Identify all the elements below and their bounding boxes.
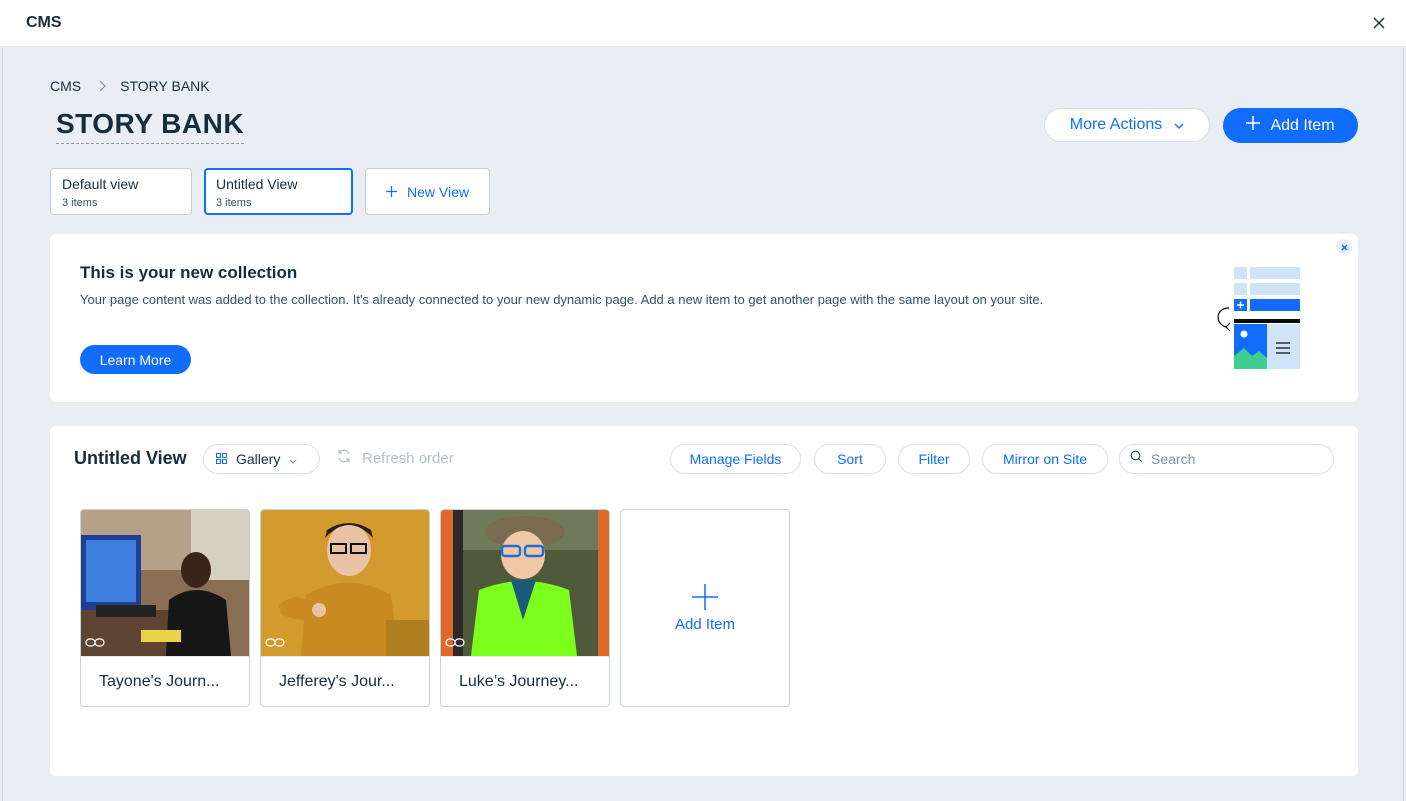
grid-icon (216, 451, 227, 467)
main-area: CMS STORY BANK STORY BANK More Actions A… (2, 48, 1404, 801)
breadcrumb-root[interactable]: CMS (50, 78, 81, 94)
item-title: Tayone's Journ... (81, 656, 249, 706)
view-tab-name: Untitled View (216, 176, 298, 192)
refresh-order-label: Refresh order (362, 449, 454, 467)
chevron-down-icon (289, 451, 297, 467)
view-tab-default[interactable]: Default view 3 items (50, 168, 192, 215)
more-actions-button[interactable]: More Actions (1044, 108, 1210, 142)
more-actions-label: More Actions (1069, 116, 1163, 133)
add-item-label: Add Item (1270, 116, 1335, 134)
view-title: Untitled View (74, 448, 187, 468)
add-item-card[interactable]: Add Item (620, 509, 790, 707)
layout-select[interactable]: Gallery (203, 444, 320, 474)
search-input[interactable] (1151, 451, 1321, 467)
add-item-card-label: Add Item (674, 615, 736, 633)
chevron-down-icon (1174, 116, 1184, 134)
close-icon[interactable] (1368, 12, 1390, 34)
layout-select-value: Gallery (236, 451, 281, 467)
search-icon (1130, 450, 1143, 468)
sort-button[interactable]: Sort (814, 444, 886, 474)
view-tab-untitled[interactable]: Untitled View 3 items (204, 168, 353, 215)
banner-text: Your page content was added to the colle… (80, 292, 1044, 307)
page-title[interactable]: STORY BANK (56, 108, 245, 144)
new-collection-banner: This is your new collection Your page co… (50, 234, 1358, 402)
banner-title: This is your new collection (80, 263, 298, 282)
collection-view-panel: Untitled View Gallery Refresh order Mana… (50, 426, 1358, 776)
close-icon[interactable] (1336, 239, 1352, 255)
link-icon (85, 634, 105, 652)
mirror-on-site-button[interactable]: Mirror on Site (982, 444, 1108, 474)
manage-fields-button[interactable]: Manage Fields (670, 444, 801, 474)
new-view-label: New View (407, 183, 469, 200)
item-image (261, 510, 429, 656)
gallery-card[interactable]: Jefferey's Jour... (260, 509, 430, 707)
plus-icon (1246, 116, 1261, 135)
collection-illustration-icon (1212, 264, 1352, 379)
link-icon (265, 634, 285, 652)
gallery-card[interactable]: Luke’s Journey... (440, 509, 610, 707)
plus-icon (692, 583, 718, 610)
learn-more-button[interactable]: Learn More (80, 345, 191, 374)
item-image (441, 510, 609, 656)
new-view-button[interactable]: New View (365, 168, 490, 215)
item-image (81, 510, 249, 656)
add-item-button[interactable]: Add Item (1223, 108, 1358, 143)
view-tab-count: 3 items (216, 197, 252, 209)
view-tab-count: 3 items (62, 197, 98, 209)
app-title: CMS (26, 14, 62, 31)
plus-icon (386, 184, 397, 200)
refresh-order-button[interactable]: Refresh order (336, 448, 454, 468)
breadcrumb-current: STORY BANK (120, 78, 210, 94)
item-title: Jefferey's Jour... (261, 656, 429, 706)
breadcrumb: CMS STORY BANK (50, 78, 210, 94)
search-box[interactable] (1119, 444, 1334, 474)
chevron-right-icon (99, 80, 106, 92)
item-title: Luke’s Journey... (441, 656, 609, 706)
view-tab-name: Default view (62, 176, 139, 192)
link-icon (445, 634, 465, 652)
top-bar: CMS (0, 0, 1406, 47)
filter-button[interactable]: Filter (898, 444, 970, 474)
refresh-icon (336, 448, 352, 468)
gallery-card[interactable]: Tayone's Journ... (80, 509, 250, 707)
